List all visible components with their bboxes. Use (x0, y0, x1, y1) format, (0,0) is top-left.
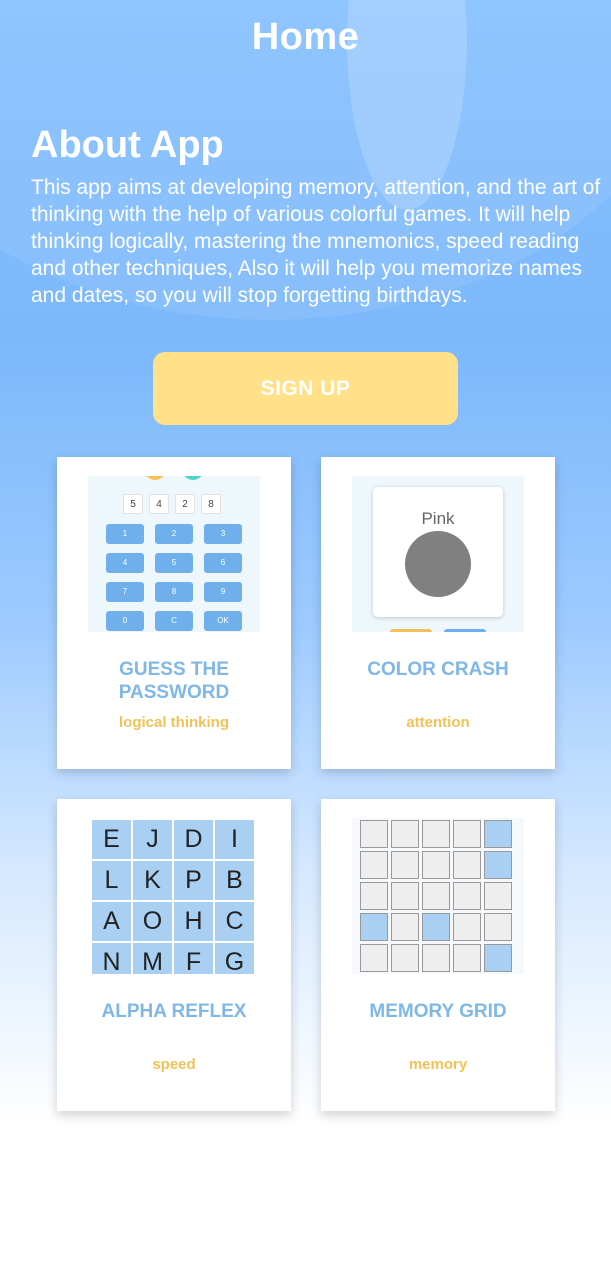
letter-cell: M (133, 943, 172, 974)
color-word: Pink (421, 509, 455, 528)
keypad-key: OK (204, 611, 242, 631)
game-title: MEMORY GRID (369, 1001, 507, 1022)
letter-cell: P (174, 861, 213, 900)
letter-cell: O (133, 902, 172, 941)
game-skill-tag: attention (406, 714, 470, 731)
memory-cell (422, 851, 450, 879)
memory-cell (360, 851, 388, 879)
letter-cell: K (133, 861, 172, 900)
memory-cell (391, 913, 419, 941)
sign-up-button[interactable]: SIGN UP (153, 352, 458, 425)
color-circle (405, 531, 471, 597)
memory-grid-thumbnail (352, 818, 524, 974)
keypad-key: 7 (106, 582, 144, 602)
password-digit: 8 (201, 494, 221, 514)
password-digit: 2 (175, 494, 195, 514)
letter-cell: D (174, 820, 213, 859)
game-skill-tag: memory (408, 1056, 468, 1073)
alpha-reflex-thumbnail: E J D I L K P B A O H C N M F G (88, 818, 260, 974)
color-prompt-card: Pink (373, 487, 503, 617)
memory-cell (391, 882, 419, 910)
memory-cell (391, 944, 419, 972)
memory-cell (422, 944, 450, 972)
letter-cell: I (215, 820, 254, 859)
letter-grid: E J D I L K P B A O H C N M F G (92, 820, 254, 974)
memory-cell (453, 851, 481, 879)
memory-cell-grid (360, 820, 512, 972)
letter-cell: E (92, 820, 131, 859)
keypad-key: 8 (155, 582, 193, 602)
keypad-key: 1 (106, 524, 144, 544)
memory-cell (484, 882, 512, 910)
memory-cell (422, 882, 450, 910)
answer-button (444, 629, 486, 632)
keypad-key: C (155, 611, 193, 631)
memory-cell (360, 913, 388, 941)
letter-cell: A (92, 902, 131, 941)
memory-cell (484, 851, 512, 879)
indicator-dot (182, 476, 204, 480)
memory-cell (360, 944, 388, 972)
guess-password-thumbnail: 5 4 2 8 1 2 3 4 5 6 7 8 9 0 C OK (88, 476, 260, 632)
memory-cell (484, 820, 512, 848)
memory-cell (422, 913, 450, 941)
game-skill-tag: speed (152, 1056, 196, 1073)
keypad-key: 6 (204, 553, 242, 573)
letter-cell: C (215, 902, 254, 941)
memory-cell (453, 944, 481, 972)
game-card-alpha-reflex[interactable]: E J D I L K P B A O H C N M F G ALPHA RE… (57, 799, 291, 1111)
memory-cell (484, 944, 512, 972)
password-digits: 5 4 2 8 (123, 494, 221, 514)
letter-cell: N (92, 943, 131, 974)
letter-cell: J (133, 820, 172, 859)
game-card-guess-password[interactable]: 5 4 2 8 1 2 3 4 5 6 7 8 9 0 C OK GUESS T… (57, 457, 291, 769)
keypad-key: 2 (155, 524, 193, 544)
keypad-key: 3 (204, 524, 242, 544)
answer-button (390, 629, 432, 632)
letter-cell: H (174, 902, 213, 941)
keypad: 1 2 3 4 5 6 7 8 9 0 C OK (106, 524, 244, 631)
memory-cell (484, 913, 512, 941)
letter-cell: B (215, 861, 254, 900)
memory-cell (453, 882, 481, 910)
keypad-key: 5 (155, 553, 193, 573)
keypad-key: 4 (106, 553, 144, 573)
keypad-key: 0 (106, 611, 144, 631)
memory-cell (391, 820, 419, 848)
game-title: ALPHA REFLEX (101, 1001, 247, 1022)
game-card-memory-grid[interactable]: MEMORY GRID memory (321, 799, 555, 1111)
about-title: About App (31, 124, 224, 166)
game-skill-tag: logical thinking (118, 714, 229, 731)
game-title: COLOR CRASH (367, 659, 509, 680)
memory-cell (422, 820, 450, 848)
indicator-dot (144, 476, 166, 480)
letter-cell: L (92, 861, 131, 900)
password-digit: 4 (149, 494, 169, 514)
password-digit: 5 (123, 494, 143, 514)
memory-cell (453, 820, 481, 848)
game-card-color-crash[interactable]: Pink COLOR CRASH attention (321, 457, 555, 769)
indicator-dots (88, 476, 260, 480)
color-crash-thumbnail: Pink (352, 476, 524, 632)
keypad-key: 9 (204, 582, 242, 602)
memory-cell (360, 882, 388, 910)
letter-cell: G (215, 943, 254, 974)
page-footer-area (0, 1125, 611, 1280)
memory-cell (391, 851, 419, 879)
about-description: This app aims at developing memory, atte… (31, 176, 601, 307)
page-title: Home (251, 16, 360, 58)
letter-cell: F (174, 943, 213, 974)
memory-cell (453, 913, 481, 941)
memory-cell (360, 820, 388, 848)
game-title: GUESS THE PASSWORD (118, 659, 230, 703)
